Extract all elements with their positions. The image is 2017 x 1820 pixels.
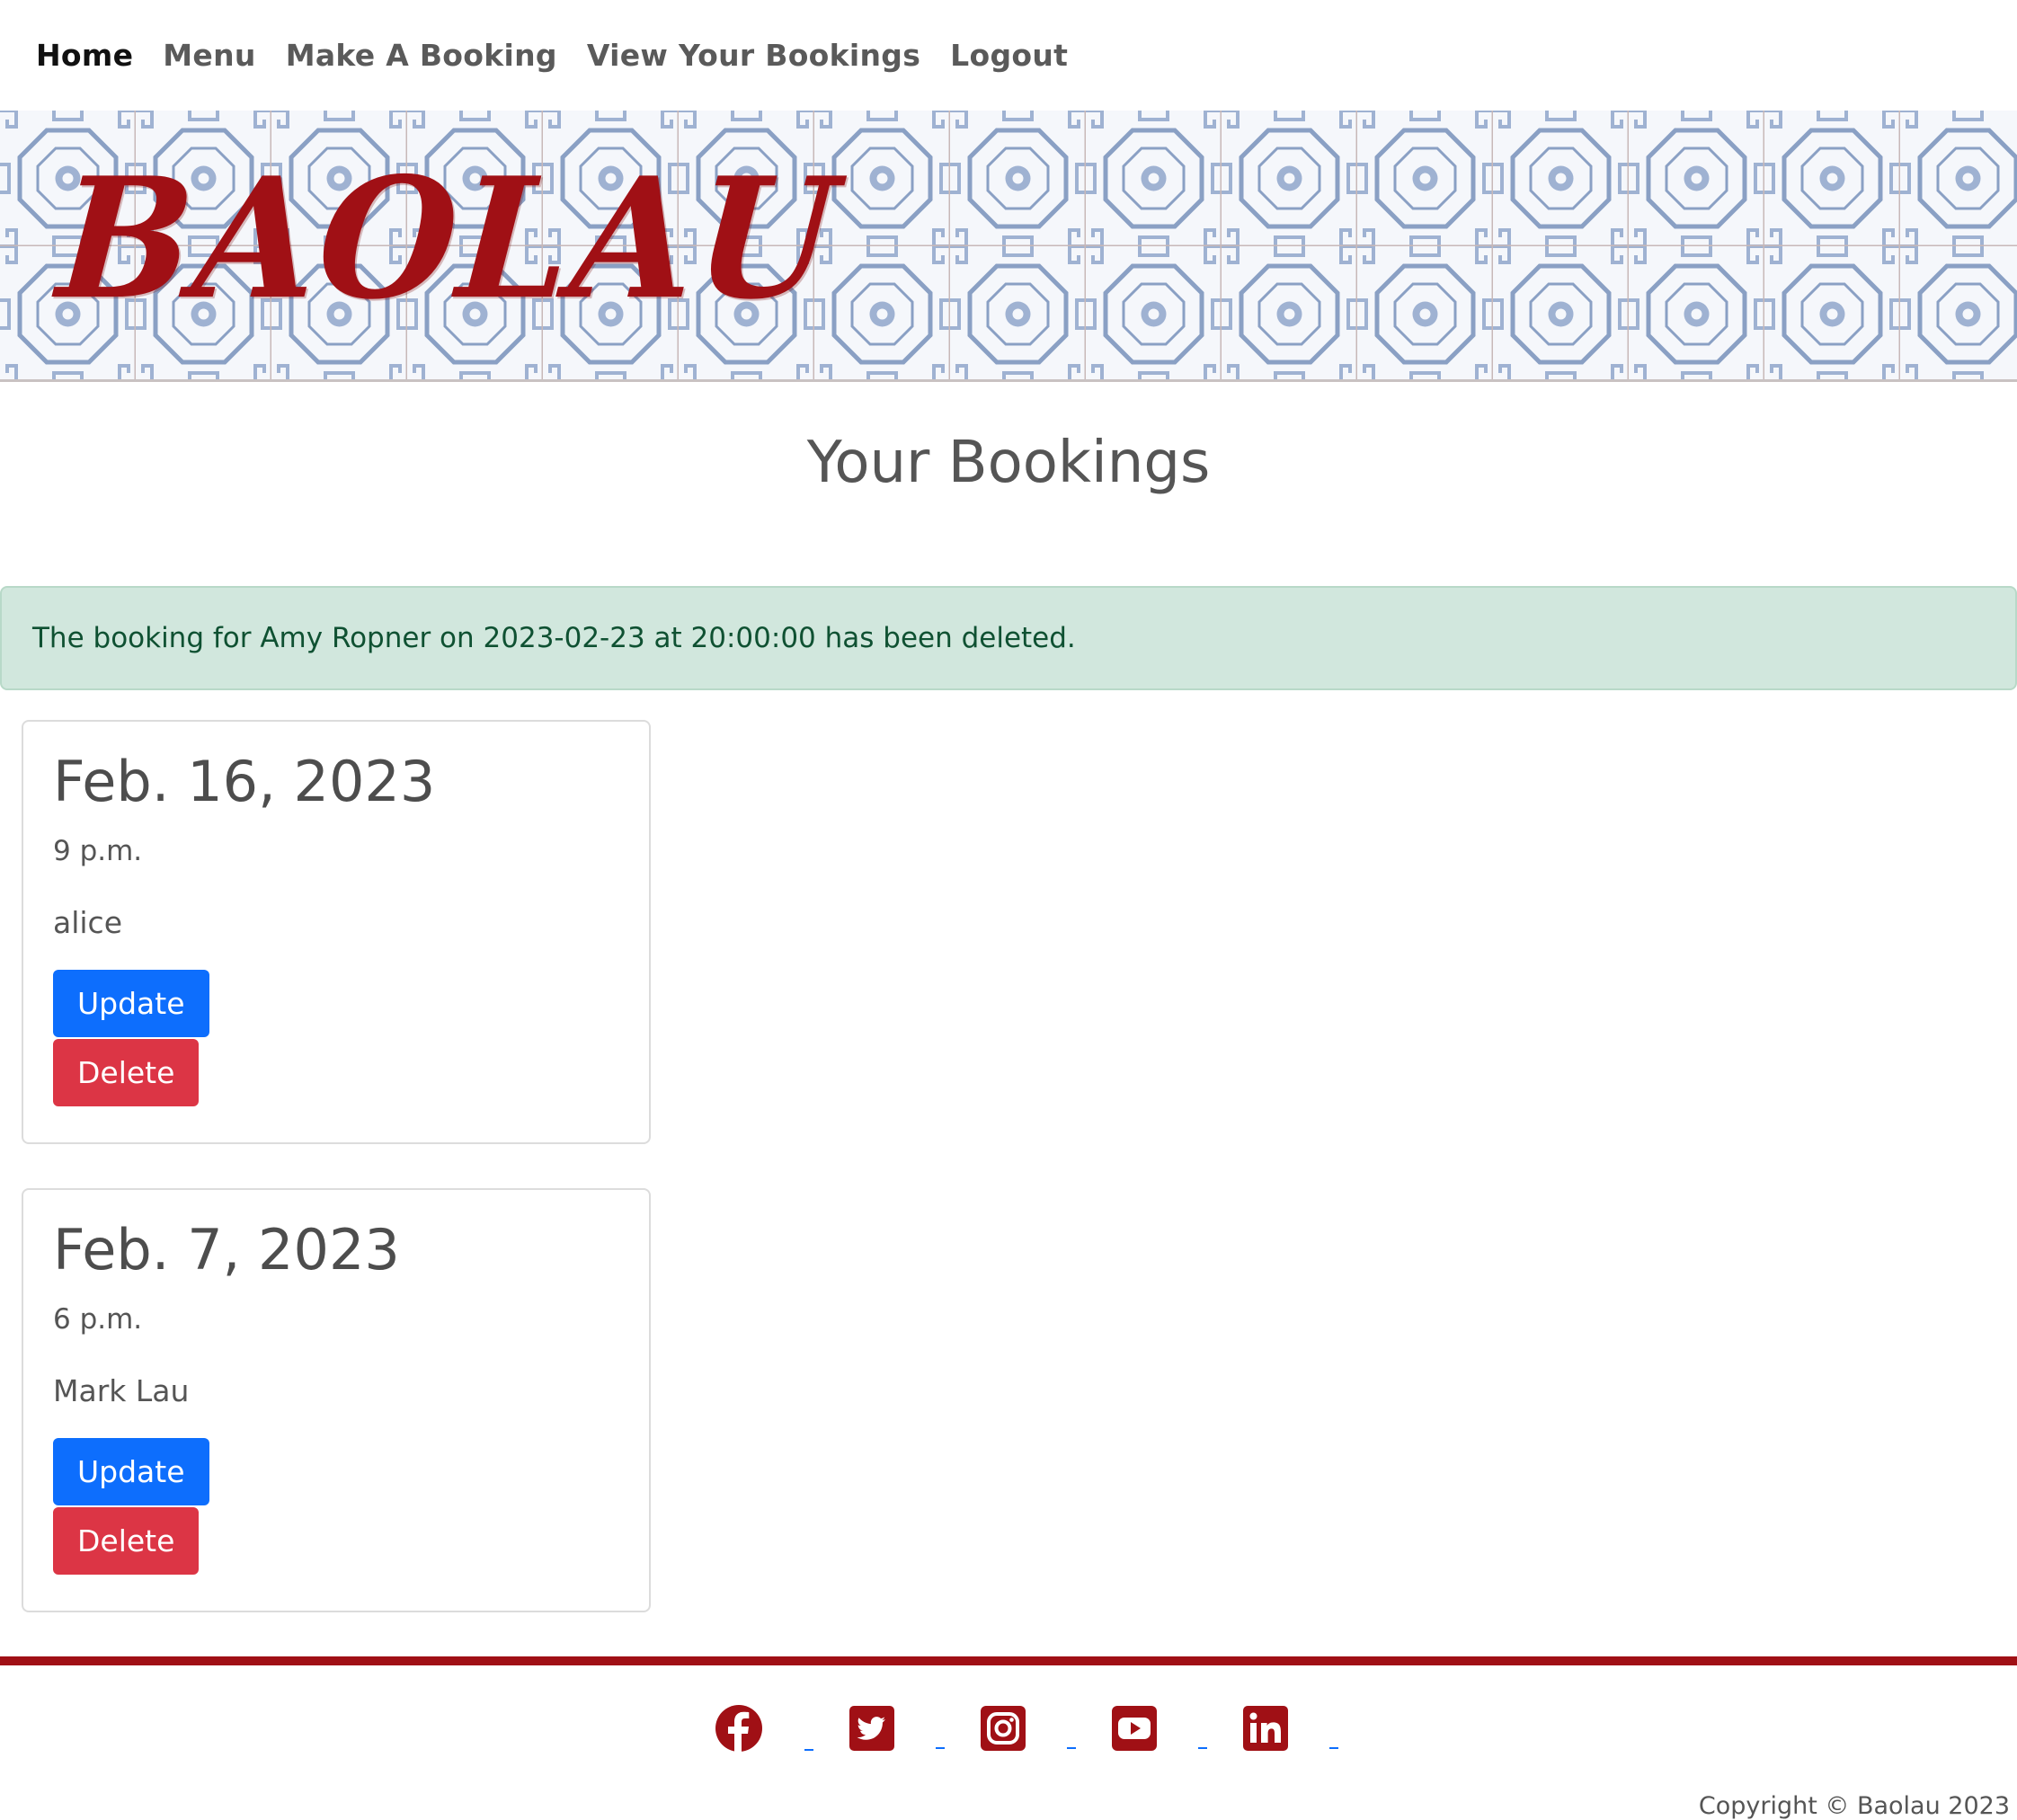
delete-button[interactable]: Delete — [53, 1039, 200, 1106]
booking-card: Feb. 7, 2023 6 p.m. Mark Lau Update Dele… — [22, 1188, 651, 1612]
facebook-link[interactable] — [715, 1704, 813, 1753]
nav-make-booking-link[interactable]: Make A Booking — [286, 38, 557, 73]
linkedin-link[interactable] — [1243, 1706, 1338, 1751]
nav-menu-link[interactable]: Menu — [163, 38, 255, 73]
hero-banner: BAOLAU — [0, 111, 2017, 382]
youtube-link[interactable] — [1112, 1706, 1207, 1751]
social-links — [0, 1701, 2017, 1755]
twitter-icon — [849, 1706, 894, 1751]
nav-view-bookings-link[interactable]: View Your Bookings — [587, 38, 920, 73]
booking-time: 6 p.m. — [53, 1303, 143, 1336]
success-alert: The booking for Amy Ropner on 2023-02-23… — [0, 586, 2017, 690]
alert-message: The booking for Amy Ropner on 2023-02-23… — [32, 622, 1076, 654]
youtube-icon — [1112, 1706, 1157, 1751]
booking-date: Feb. 7, 2023 — [53, 1217, 400, 1283]
nav-logout-link[interactable]: Logout — [950, 38, 1068, 73]
booking-date: Feb. 16, 2023 — [53, 749, 436, 814]
delete-button[interactable]: Delete — [53, 1507, 200, 1575]
booking-time: 9 p.m. — [53, 835, 143, 867]
facebook-icon — [715, 1705, 762, 1753]
copyright-text: Copyright © Baolau 2023 — [1698, 1792, 2010, 1820]
instagram-icon — [981, 1706, 1026, 1751]
nav-home-link[interactable]: Home — [36, 38, 133, 73]
update-button[interactable]: Update — [53, 970, 209, 1037]
booking-name: Mark Lau — [53, 1373, 190, 1408]
booking-card: Feb. 16, 2023 9 p.m. alice Update Delete — [22, 720, 651, 1144]
twitter-link[interactable] — [849, 1706, 945, 1751]
linkedin-icon — [1243, 1706, 1288, 1751]
brand-logo: BAOLAU — [52, 140, 844, 337]
top-nav: Home Menu Make A Booking View Your Booki… — [0, 0, 2017, 111]
update-button[interactable]: Update — [53, 1438, 209, 1505]
page-title: Your Bookings — [806, 430, 1211, 496]
footer-divider — [0, 1656, 2017, 1665]
instagram-link[interactable] — [981, 1706, 1076, 1751]
booking-name: alice — [53, 905, 123, 940]
